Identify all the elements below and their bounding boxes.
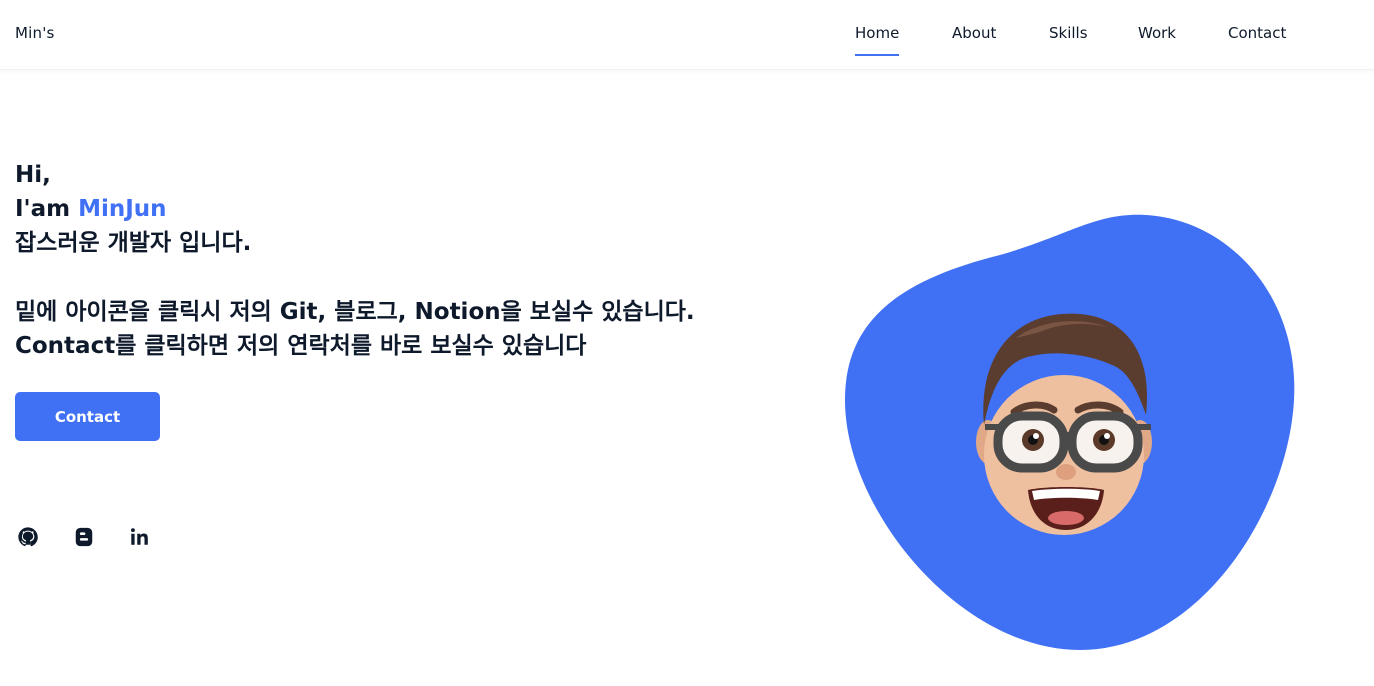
github-icon [18,527,38,547]
site-logo[interactable]: Min's [15,24,55,42]
hero-text: Hi, I'am MinJun 잡스러운 개발자 입니다. 밑에 아이콘을 클릭… [15,158,695,363]
hero-intro: I'am MinJun [15,192,695,226]
hero-description-line2: Contact를 클릭하면 저의 연락처를 바로 보실수 있습니다 [15,333,587,359]
linkedin-link[interactable] [127,524,153,550]
hero-intro-prefix: I'am [15,196,79,222]
hero-tagline: 잡스러운 개발자 입니다. [15,230,252,256]
nav-home[interactable]: Home [855,24,900,56]
contact-button[interactable]: Contact [15,392,160,441]
nav-about[interactable]: About [952,24,996,42]
memoji-avatar [845,214,1295,650]
site-header: Min's Home About Skills Work Contact [0,0,1374,70]
nav-skills[interactable]: Skills [1049,24,1088,42]
nav-work[interactable]: Work [1138,24,1176,42]
linkedin-icon [131,528,148,545]
github-link[interactable] [15,524,41,550]
hero-description-line1: 밑에 아이콘을 클릭시 저의 Git, 블로그, Notion을 보실수 있습니… [15,299,695,325]
blogger-icon [75,527,93,547]
nav-contact[interactable]: Contact [1228,24,1286,42]
hero-name: MinJun [78,196,167,222]
hero-greeting: Hi, [15,162,51,188]
hero-illustration [840,210,1300,655]
blog-link[interactable] [71,524,97,550]
